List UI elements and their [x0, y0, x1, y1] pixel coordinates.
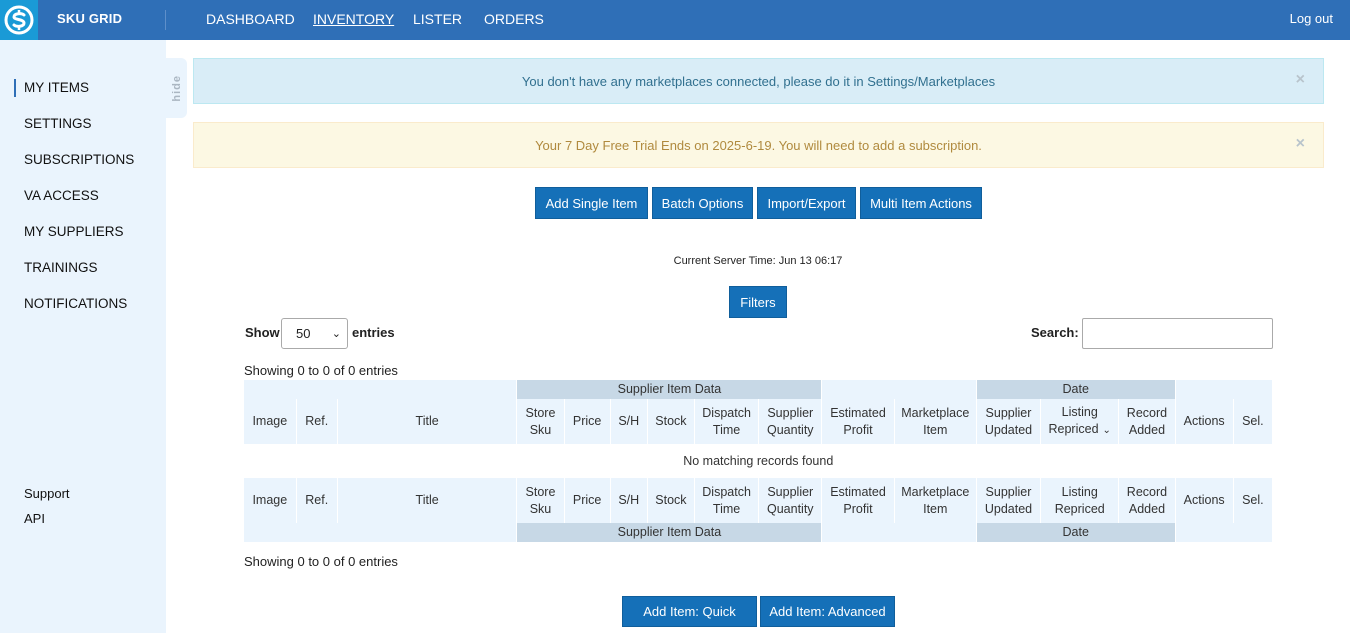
group-footer-date: Date: [976, 523, 1176, 542]
col-footer-store-sku: Store Sku: [516, 478, 565, 523]
entries-label: entries: [352, 325, 395, 340]
group-header-blank: [821, 380, 977, 399]
nav-dashboard[interactable]: DASHBOARD: [206, 11, 295, 27]
sidebar-link-api[interactable]: API: [24, 511, 45, 526]
close-icon[interactable]: ×: [1296, 135, 1305, 153]
col-header-title[interactable]: Title: [337, 399, 518, 444]
filters-button[interactable]: Filters: [729, 286, 787, 318]
col-footer-sel: Sel.: [1233, 478, 1274, 523]
column-footer-row: Image Ref. Title Store Sku Price S/H Sto…: [244, 478, 1274, 523]
import-export-button[interactable]: Import/Export: [757, 187, 856, 219]
col-header-sel[interactable]: Sel.: [1233, 399, 1274, 444]
top-navbar: SKU GRID DASHBOARD INVENTORY LISTER ORDE…: [0, 0, 1350, 40]
col-header-store-sku[interactable]: Store Sku: [516, 399, 565, 444]
sidebar-item-va-access[interactable]: VA ACCESS: [24, 188, 99, 203]
empty-table-message: No matching records found: [244, 444, 1273, 478]
add-item-quick-button[interactable]: Add Item: Quick: [622, 596, 757, 627]
col-footer-actions: Actions: [1175, 478, 1234, 523]
marketplace-alert-text: You don't have any marketplaces connecte…: [521, 73, 996, 89]
search-label: Search:: [1031, 325, 1079, 340]
group-footer-supplier: Supplier Item Data: [516, 523, 823, 542]
hide-sidebar-toggle[interactable]: hide: [166, 58, 187, 118]
sidebar-link-support[interactable]: Support: [24, 486, 70, 501]
col-footer-estimated-profit: Estimated Profit: [821, 478, 895, 523]
col-footer-stock: Stock: [647, 478, 695, 523]
group-header-date: Date: [976, 380, 1176, 399]
chevron-down-icon: ⌄: [331, 328, 341, 340]
col-footer-sh: S/H: [610, 478, 648, 523]
hide-label: hide: [170, 74, 183, 102]
sidebar-item-notifications[interactable]: NOTIFICATIONS: [24, 296, 127, 311]
logo-icon[interactable]: [0, 0, 38, 40]
col-header-supplier-quantity[interactable]: Supplier Quantity: [758, 399, 823, 444]
col-header-dispatch-time[interactable]: Dispatch Time: [694, 399, 760, 444]
entries-per-page-value: 50: [296, 326, 311, 341]
col-header-image[interactable]: Image: [244, 399, 297, 444]
items-table: Supplier Item Data Date Image Ref. Title…: [244, 380, 1274, 542]
col-header-marketplace-item[interactable]: Marketplace Item: [894, 399, 977, 444]
nav-divider: [165, 10, 166, 30]
server-time: Current Server Time: Jun 13 06:17: [673, 255, 843, 267]
trial-alert-text: Your 7 Day Free Trial Ends on 2025-6-19.…: [535, 137, 982, 153]
table-info-bottom: Showing 0 to 0 of 0 entries: [244, 554, 398, 569]
marketplace-alert: You don't have any marketplaces connecte…: [193, 58, 1324, 104]
col-header-estimated-profit[interactable]: Estimated Profit: [821, 399, 895, 444]
nav-lister[interactable]: LISTER: [413, 11, 462, 27]
nav-inventory[interactable]: INVENTORY: [313, 11, 394, 27]
col-header-sh[interactable]: S/H: [610, 399, 648, 444]
col-header-actions[interactable]: Actions: [1175, 399, 1234, 444]
col-footer-ref: Ref.: [296, 478, 338, 523]
sort-desc-icon: ⌄: [1102, 424, 1111, 436]
col-header-supplier-updated[interactable]: Supplier Updated: [976, 399, 1042, 444]
nav-orders[interactable]: ORDERS: [484, 11, 544, 27]
add-single-item-button[interactable]: Add Single Item: [535, 187, 648, 219]
close-icon[interactable]: ×: [1296, 71, 1305, 89]
col-footer-dispatch-time: Dispatch Time: [694, 478, 760, 523]
col-header-price[interactable]: Price: [564, 399, 611, 444]
col-footer-image: Image: [244, 478, 297, 523]
col-footer-supplier-updated: Supplier Updated: [976, 478, 1042, 523]
listing-repriced-label: Listing Repriced: [1048, 405, 1099, 436]
search-input[interactable]: [1082, 318, 1273, 349]
col-footer-listing-repriced: Listing Repriced: [1040, 478, 1120, 523]
sidebar-item-subscriptions[interactable]: SUBSCRIPTIONS: [24, 152, 134, 167]
col-header-stock[interactable]: Stock: [647, 399, 695, 444]
sidebar-item-my-items[interactable]: MY ITEMS: [24, 80, 89, 95]
logout-link[interactable]: Log out: [1290, 11, 1333, 26]
sidebar-item-my-suppliers[interactable]: MY SUPPLIERS: [24, 224, 124, 239]
multi-item-actions-button[interactable]: Multi Item Actions: [860, 187, 982, 219]
col-header-ref[interactable]: Ref.: [296, 399, 338, 444]
group-footer-blank: [821, 523, 977, 542]
batch-options-button[interactable]: Batch Options: [652, 187, 753, 219]
column-header-row: Image Ref. Title Store Sku Price S/H Sto…: [244, 399, 1274, 444]
col-header-listing-repriced[interactable]: Listing Repriced ⌄: [1040, 399, 1120, 444]
col-footer-price: Price: [564, 478, 611, 523]
brand-name[interactable]: SKU GRID: [57, 11, 122, 26]
group-footer-blank: [244, 523, 518, 542]
col-footer-marketplace-item: Marketplace Item: [894, 478, 977, 523]
sidebar-item-settings[interactable]: SETTINGS: [24, 116, 92, 131]
group-footer-blank: [1175, 523, 1274, 542]
entries-per-page-select[interactable]: 50 ⌄: [281, 318, 348, 349]
trial-alert: Your 7 Day Free Trial Ends on 2025-6-19.…: [193, 122, 1324, 168]
sidebar-active-indicator: [14, 79, 16, 97]
col-header-record-added[interactable]: Record Added: [1118, 399, 1176, 444]
group-header-blank: [244, 380, 518, 399]
col-footer-supplier-quantity: Supplier Quantity: [758, 478, 823, 523]
add-item-advanced-button[interactable]: Add Item: Advanced: [760, 596, 895, 627]
group-header-blank: [1175, 380, 1274, 399]
col-footer-record-added: Record Added: [1118, 478, 1176, 523]
show-label: Show: [245, 325, 280, 340]
group-header-supplier: Supplier Item Data: [516, 380, 823, 399]
col-footer-title: Title: [337, 478, 518, 523]
table-info-top: Showing 0 to 0 of 0 entries: [244, 363, 398, 378]
